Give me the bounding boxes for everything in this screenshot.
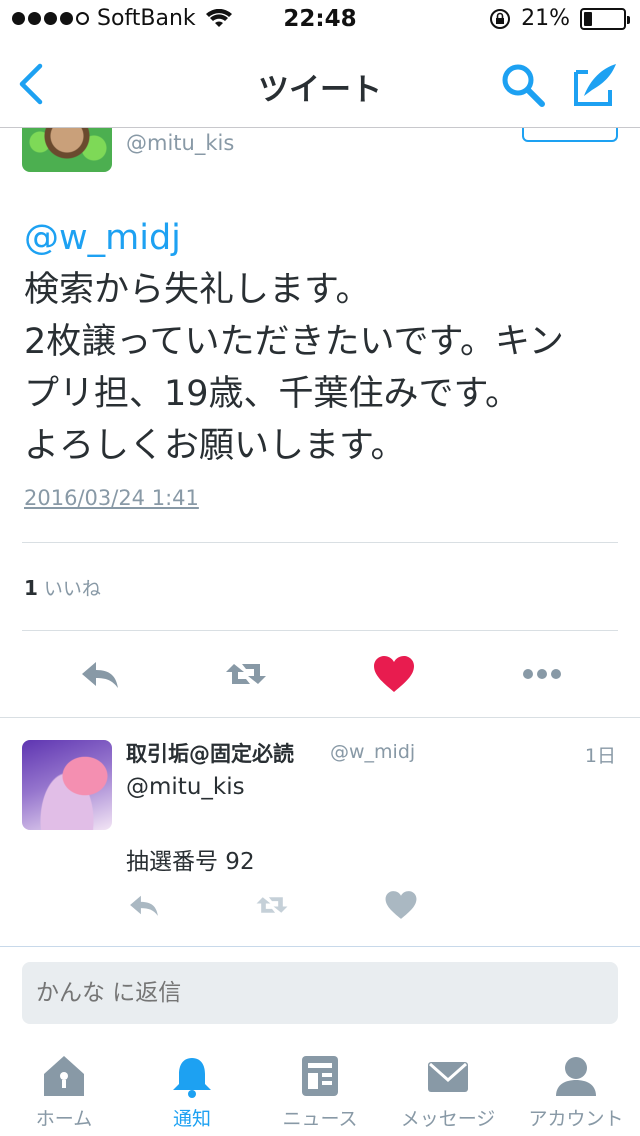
tab-home[interactable]: ホーム [0, 1040, 128, 1136]
reply-mention[interactable]: @mitu_kis [126, 774, 245, 800]
author-handle[interactable]: @mitu_kis [126, 131, 234, 155]
tweet-timestamp[interactable]: 2016/03/24 1:41 [24, 486, 199, 510]
tab-messages[interactable]: メッセージ [384, 1040, 512, 1136]
retweet-icon[interactable] [224, 652, 268, 696]
tab-messages-label: メッセージ [400, 1108, 496, 1130]
retweet-icon[interactable] [254, 888, 290, 922]
reply-author-name[interactable]: 取引垢@固定必読 [126, 738, 294, 768]
tweet-text: @w_midj 検索から失礼します。 2枚譲っていただきたいです。キン プリ担、… [24, 212, 624, 472]
tab-home-label: ホーム [35, 1108, 93, 1130]
author-avatar[interactable] [22, 128, 112, 172]
follow-button[interactable] [522, 128, 618, 142]
reply-time: 1日 [584, 745, 616, 767]
tab-notifications[interactable]: 通知 [128, 1040, 256, 1136]
navigation-bar: ツイート [0, 40, 640, 128]
tab-bar: ホーム 通知 ニュース メッセージ アカウント [0, 1040, 640, 1136]
home-icon [44, 1056, 84, 1096]
like-heart-icon[interactable] [372, 652, 416, 696]
tab-account-label: アカウント [528, 1108, 624, 1130]
status-bar: SoftBank 22:48 21% [0, 0, 640, 40]
reply-avatar[interactable] [22, 740, 112, 830]
person-icon [556, 1057, 596, 1096]
reply-actions [0, 888, 640, 922]
battery-icon [580, 7, 630, 30]
reply-text: 抽選番号 92 [126, 849, 255, 875]
tweet-line: 2枚譲っていただきたいです。キン [24, 322, 564, 362]
tab-notifications-label: 通知 [172, 1108, 211, 1130]
more-options-icon[interactable] [520, 652, 564, 696]
envelope-icon [428, 1062, 468, 1092]
battery-percent: 21% [521, 6, 570, 31]
like-count-row[interactable]: 1 いいね [24, 574, 101, 601]
reply-author-handle[interactable]: @w_midj [330, 741, 415, 763]
like-heart-icon[interactable] [383, 888, 419, 922]
news-icon [302, 1056, 338, 1096]
tweet-line: 検索から失礼します。 [24, 270, 371, 310]
divider [22, 542, 618, 543]
rotation-lock-icon [490, 8, 511, 29]
tab-news[interactable]: ニュース [256, 1040, 384, 1136]
compose-tweet-icon[interactable] [570, 60, 620, 108]
tweet-actions [0, 652, 640, 696]
divider [22, 630, 618, 631]
divider [0, 717, 640, 718]
tab-news-label: ニュース [282, 1108, 358, 1130]
search-icon[interactable] [500, 62, 546, 108]
tweet-mention-link[interactable]: @w_midj [24, 212, 624, 264]
tab-account[interactable]: アカウント [512, 1040, 640, 1136]
like-count: 1 [24, 576, 38, 600]
bell-icon [173, 1058, 211, 1098]
tweet-line: よろしくお願いします。 [24, 426, 406, 466]
reply-icon[interactable] [126, 888, 162, 922]
reply-input[interactable] [22, 962, 618, 1024]
tweet-author-header: @mitu_kis [0, 128, 640, 188]
battery-fill [584, 11, 592, 26]
reply-icon[interactable] [78, 652, 122, 696]
battery-info: 21% [489, 6, 630, 31]
like-label: いいね [43, 578, 101, 600]
tweet-line: プリ担、19歳、千葉住みです。 [24, 374, 521, 414]
